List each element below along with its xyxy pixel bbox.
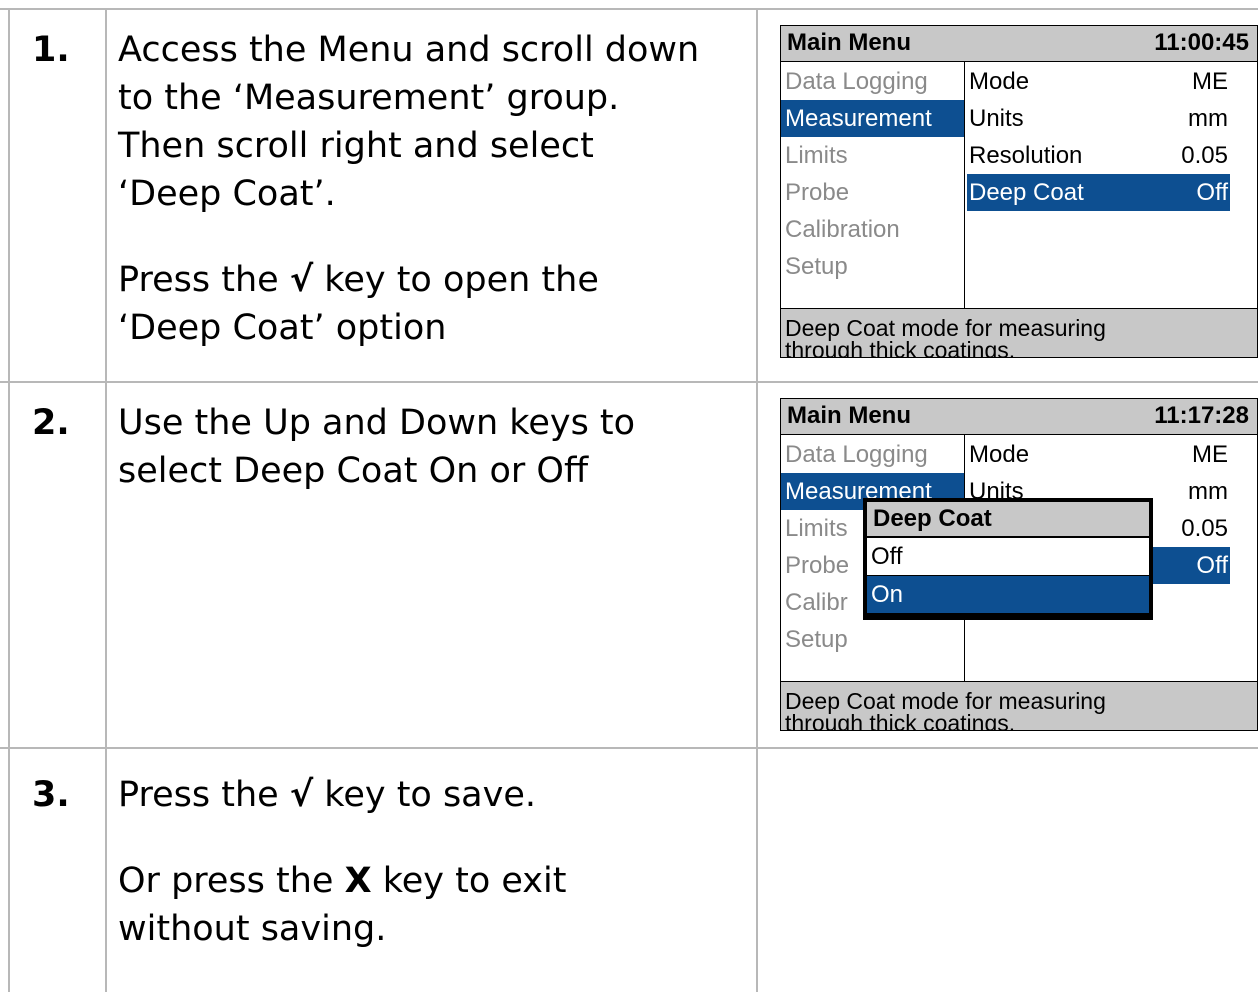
option-value: 0.05 [1181, 515, 1228, 542]
popup-option-on[interactable]: On [867, 576, 1149, 613]
step-2-line-1: Use the Up and Down keys to [118, 403, 636, 443]
menu-item-data-logging[interactable]: Data Logging [781, 63, 964, 100]
step-3-save-text-after: key to save. [313, 775, 537, 815]
menu-item-limits[interactable]: Limits [781, 137, 964, 174]
step-1-line-2: to the ‘Measurement’ group. [118, 78, 620, 118]
menu-column-divider [964, 62, 965, 308]
screen-title-bar: Main Menu 11:17:28 [781, 399, 1257, 435]
x-key-icon: X [344, 861, 372, 901]
help-line-2: through thick coatings. [785, 710, 1016, 731]
step-3-exit-line: Or press the X key to exit [118, 857, 758, 905]
help-line-2: through thick coatings. [785, 337, 1016, 358]
step-number-3: 3. [32, 775, 70, 815]
menu-item-setup[interactable]: Setup [781, 248, 964, 285]
step-3-exit-text: Or press the [118, 861, 345, 901]
step-number-1: 1. [32, 30, 70, 70]
option-label: Deep Coat [969, 179, 1084, 206]
popup-title: Deep Coat [867, 502, 1149, 536]
help-line-1: Deep Coat mode for measuring [785, 688, 1106, 714]
option-value: Off [1196, 179, 1228, 206]
row-divider-2 [0, 747, 1258, 749]
option-deep-coat[interactable]: Deep Coat Off [967, 174, 1230, 211]
menu-item-calibration[interactable]: Calibration [781, 211, 964, 248]
step-1-instructions: Access the Menu and scroll down to the ‘… [118, 26, 758, 352]
option-mode[interactable]: Mode ME [967, 436, 1230, 473]
step-1-press-text: Press the [118, 260, 290, 300]
step-3-exit-text-after: key to exit [371, 861, 567, 901]
step-3-exit-line-2: without saving. [118, 909, 387, 949]
step-3-save-line: Press the √ key to save. [118, 771, 758, 819]
screen-title: Main Menu [787, 402, 911, 429]
popup-option-off[interactable]: Off [867, 538, 1149, 575]
screen-title: Main Menu [787, 29, 911, 56]
screen-clock: 11:17:28 [1154, 402, 1249, 429]
step-3-instructions: Press the √ key to save. Or press the X … [118, 771, 758, 953]
option-value: ME [1192, 441, 1228, 468]
step-2-instructions: Use the Up and Down keys to select Deep … [118, 399, 758, 495]
device-screen-deep-coat-popup: Main Menu 11:17:28 Data Logging Measurem… [780, 398, 1258, 731]
step-number-2: 2. [32, 403, 70, 443]
help-line-1: Deep Coat mode for measuring [785, 315, 1106, 341]
option-label: Resolution [969, 142, 1083, 169]
row-divider-1 [0, 381, 1258, 383]
menu-item-setup[interactable]: Setup [781, 621, 964, 658]
option-resolution[interactable]: Resolution 0.05 [967, 137, 1230, 174]
option-value: mm [1188, 478, 1228, 505]
screen-help-text: Deep Coat mode for measuring through thi… [781, 308, 1257, 358]
step-1-line-1: Access the Menu and scroll down [118, 30, 700, 70]
menu-item-probe[interactable]: Probe [781, 174, 964, 211]
step-2-line-2: select Deep Coat On or Off [118, 451, 589, 491]
option-label: Mode [969, 68, 1030, 95]
menu-item-data-logging[interactable]: Data Logging [781, 436, 964, 473]
menu-item-measurement[interactable]: Measurement [781, 100, 964, 137]
option-value: ME [1192, 68, 1228, 95]
checkmark-key-icon: √ [289, 775, 314, 815]
option-label: Units [969, 105, 1024, 132]
table-top-border [0, 8, 1258, 10]
step-1-line-4: ‘Deep Coat’. [118, 174, 336, 214]
screen-help-text: Deep Coat mode for measuring through thi… [781, 681, 1257, 731]
step-1-press-text-after: key to open the [313, 260, 599, 300]
option-label: Mode [969, 441, 1030, 468]
deep-coat-popup: Deep Coat Off On [863, 498, 1153, 620]
table-left-border [8, 8, 10, 992]
step-3-save-text: Press the [118, 775, 290, 815]
step-1-press-line: Press the √ key to open the [118, 256, 758, 304]
screen-clock: 11:00:45 [1154, 29, 1249, 56]
option-value: 0.05 [1181, 142, 1228, 169]
step-1-press-line-2: ‘Deep Coat’ option [118, 308, 447, 348]
step-1-line-3: Then scroll right and select [118, 126, 594, 166]
screen-title-bar: Main Menu 11:00:45 [781, 26, 1257, 62]
column-divider-1 [105, 8, 107, 992]
option-value: mm [1188, 105, 1228, 132]
option-units[interactable]: Units mm [967, 100, 1230, 137]
option-mode[interactable]: Mode ME [967, 63, 1230, 100]
checkmark-key-icon: √ [289, 260, 314, 300]
option-value: Off [1196, 552, 1228, 579]
device-screen-main-menu: Main Menu 11:00:45 Data Logging Measurem… [780, 25, 1258, 358]
